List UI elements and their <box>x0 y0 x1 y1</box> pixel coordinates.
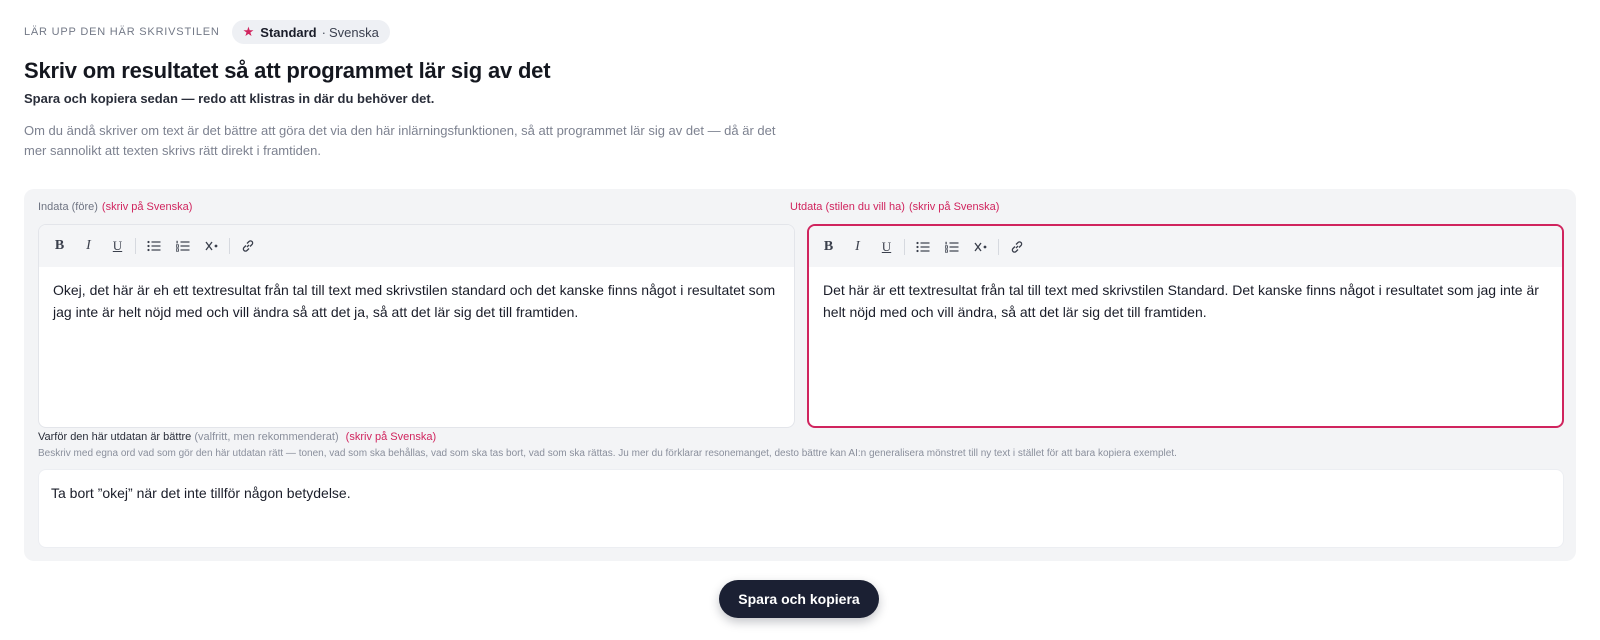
bullet-list-icon[interactable] <box>908 233 937 261</box>
numbered-list-icon[interactable] <box>937 233 966 261</box>
style-name: Standard <box>260 24 317 40</box>
output-label-text: Utdata (stilen du vill ha) <box>790 201 905 213</box>
input-label: Indata (före) (skriv på Svenska) <box>38 200 192 214</box>
input-label-text: Indata (före) <box>38 201 98 213</box>
clear-format-icon[interactable] <box>966 233 995 261</box>
bold-button[interactable]: B <box>814 233 843 261</box>
reason-help-text: Beskriv med egna ord vad som gör den här… <box>38 448 1177 459</box>
numbered-list-icon[interactable] <box>168 232 197 260</box>
output-label: Utdata (stilen du vill ha) (skriv på Sven… <box>790 200 999 214</box>
italic-button[interactable]: I <box>843 233 872 261</box>
bullet-list-icon[interactable] <box>139 232 168 260</box>
link-icon[interactable] <box>1002 233 1031 261</box>
reason-optional: (valfritt, men rekommenderat) <box>194 431 339 443</box>
style-pill: ★ Standard · Svenska <box>231 20 390 44</box>
page-subtitle: Spara och kopiera sedan — redo att klist… <box>24 91 435 106</box>
input-text-area[interactable]: Okej, det här är eh ett textresultat frå… <box>39 267 794 323</box>
kicker-text: LÄR UPP DEN HÄR SKRIVSTILEN <box>24 26 220 38</box>
reason-language-hint: (skriv på Svenska) <box>345 431 437 443</box>
reason-textarea[interactable]: Ta bort ”okej” när det inte tillför någo… <box>38 469 1564 548</box>
input-language-hint: (skriv på Svenska) <box>101 201 193 213</box>
output-language-hint: (skriv på Svenska) <box>908 201 1000 213</box>
pill-separator: · <box>321 24 326 40</box>
header: LÄR UPP DEN HÄR SKRIVSTILEN ★ Standard ·… <box>24 20 824 161</box>
style-language: Svenska <box>328 24 379 40</box>
kicker-row: LÄR UPP DEN HÄR SKRIVSTILEN ★ Standard ·… <box>24 20 824 44</box>
underline-button[interactable]: U <box>103 232 132 260</box>
page-title: Skriv om resultatet så att programmet lä… <box>24 58 551 83</box>
toolbar-divider <box>135 238 136 254</box>
reason-label-text: Varför den här utdatan är bättre <box>38 431 192 443</box>
page-description: Om du ändå skriver om text är det bättre… <box>24 123 776 158</box>
star-icon: ★ <box>242 24 255 39</box>
output-text-area[interactable]: Det här är ett textresultat från tal til… <box>809 267 1562 323</box>
italic-button[interactable]: I <box>74 232 103 260</box>
underline-button[interactable]: U <box>872 233 901 261</box>
bold-button[interactable]: B <box>45 232 74 260</box>
clear-format-icon[interactable] <box>197 232 226 260</box>
output-toolbar: B I U <box>809 226 1562 267</box>
link-icon[interactable] <box>233 232 262 260</box>
toolbar-divider <box>229 238 230 254</box>
reason-label: Varför den här utdatan är bättre (valfri… <box>38 430 436 444</box>
training-panel: Indata (före) (skriv på Svenska) B I U Ok… <box>24 189 1576 561</box>
input-editor: B I U Okej, det här är eh ett textresult… <box>38 224 795 428</box>
toolbar-divider <box>904 238 905 255</box>
toolbar-divider <box>998 238 999 255</box>
save-and-copy-button[interactable]: Spara och kopiera <box>719 580 879 618</box>
output-editor: B I U Det här är ett textresultat från t… <box>807 224 1564 428</box>
input-toolbar: B I U <box>39 225 794 267</box>
